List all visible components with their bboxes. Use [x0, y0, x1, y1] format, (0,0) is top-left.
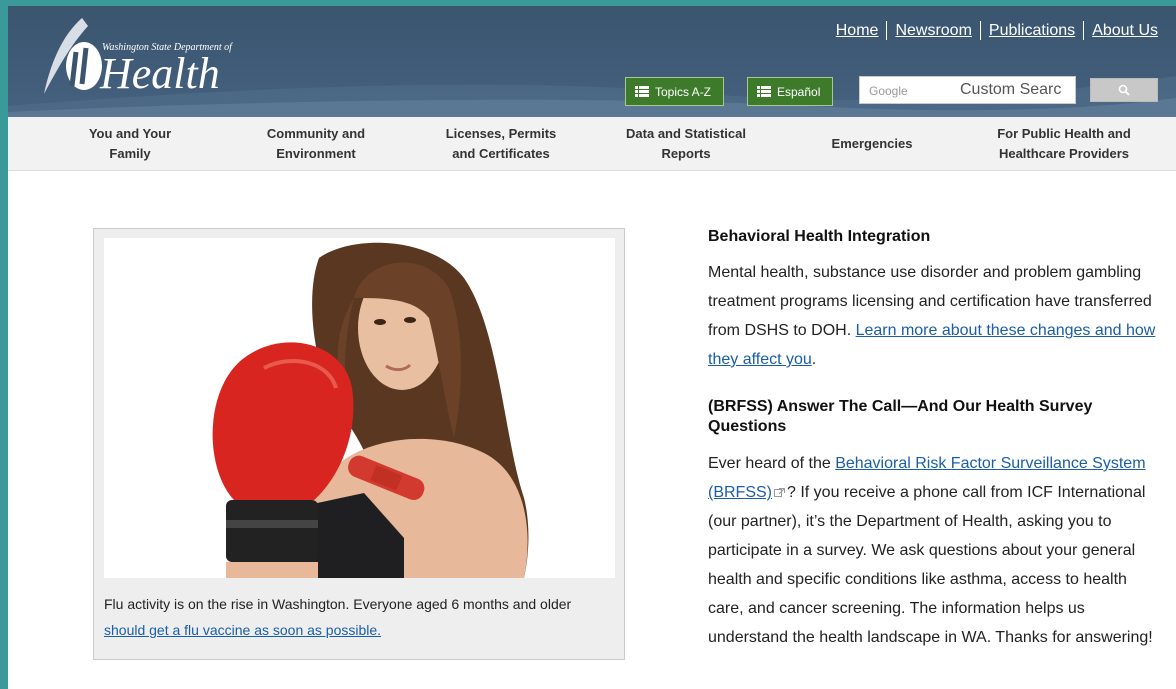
doh-logo[interactable]: Washington State Department of Health: [36, 12, 236, 100]
logo-health-text: Health: [100, 49, 220, 98]
boxer-photo: [104, 238, 615, 578]
nav-community-and-environment[interactable]: Community and Environment: [251, 124, 381, 164]
nav-label: Data and Statistical: [626, 126, 746, 141]
espanol-button[interactable]: Español: [747, 77, 833, 106]
feather-logo-icon: [44, 18, 102, 94]
nav-label: Healthcare Providers: [998, 146, 1130, 161]
bhi-paragraph: Mental health, substance use disorder an…: [708, 258, 1158, 374]
nav-licenses-permits[interactable]: Licenses, Permits and Certificates: [431, 124, 571, 164]
topics-a-z-label: Topics A-Z: [655, 84, 712, 99]
feature-box: Flu activity is on the rise in Washingto…: [93, 228, 625, 660]
brfss-heading: (BRFSS) Answer The Call—And Our Health S…: [708, 398, 1093, 435]
nav-label: and Certificates: [452, 146, 550, 161]
list-icon: [635, 86, 649, 97]
top-links: Home Newsroom Publications About Us: [828, 21, 1158, 40]
nav-label: For Public Health and: [997, 126, 1131, 141]
nav-public-health-providers[interactable]: For Public Health and Healthcare Provide…: [979, 124, 1149, 164]
list-icon: [757, 86, 771, 97]
brfss-text-before: Ever heard of the: [708, 455, 836, 472]
main-nav: You and Your Family Community and Enviro…: [8, 117, 1176, 171]
flu-vaccine-link[interactable]: should get a flu vaccine as soon as poss…: [104, 622, 381, 638]
publications-link[interactable]: Publications: [981, 21, 1085, 40]
nav-label: Family: [109, 146, 151, 161]
brfss-paragraph: Ever heard of the Behavioral Risk Factor…: [708, 449, 1158, 652]
about-us-link[interactable]: About Us: [1084, 21, 1158, 40]
nav-label: Environment: [276, 146, 356, 161]
flu-campaign-image[interactable]: [104, 238, 615, 578]
nav-emergencies[interactable]: Emergencies: [812, 134, 932, 154]
brfss-text-after: ? If you receive a phone call from ICF I…: [708, 484, 1153, 646]
bhi-period: .: [811, 351, 817, 368]
topics-a-z-button[interactable]: Topics A-Z: [625, 77, 724, 106]
site-header: Washington State Department of Health Ho…: [8, 6, 1176, 117]
page: Washington State Department of Health Ho…: [8, 6, 1176, 689]
nav-label: Community and: [266, 126, 366, 141]
search-icon: [1118, 84, 1130, 96]
nav-label: Reports: [661, 146, 711, 161]
feature-caption: Flu activity is on the rise in Washingto…: [104, 591, 574, 643]
google-search-brand: Google: [869, 84, 908, 98]
newsroom-link[interactable]: Newsroom: [887, 21, 981, 40]
caption-text: Flu activity is on the rise in Washingto…: [104, 596, 572, 612]
espanol-label: Español: [777, 84, 821, 99]
search-button[interactable]: [1090, 78, 1158, 102]
nav-you-and-your-family[interactable]: You and Your Family: [70, 124, 190, 164]
bhi-heading: Behavioral Health Integration: [708, 228, 931, 245]
nav-label: Emergencies: [831, 136, 913, 151]
home-link[interactable]: Home: [828, 21, 888, 40]
external-link-icon: [774, 488, 785, 497]
nav-data-and-statistical-reports[interactable]: Data and Statistical Reports: [611, 124, 761, 164]
nav-label: You and Your: [88, 126, 172, 141]
nav-label: Licenses, Permits: [445, 126, 557, 141]
